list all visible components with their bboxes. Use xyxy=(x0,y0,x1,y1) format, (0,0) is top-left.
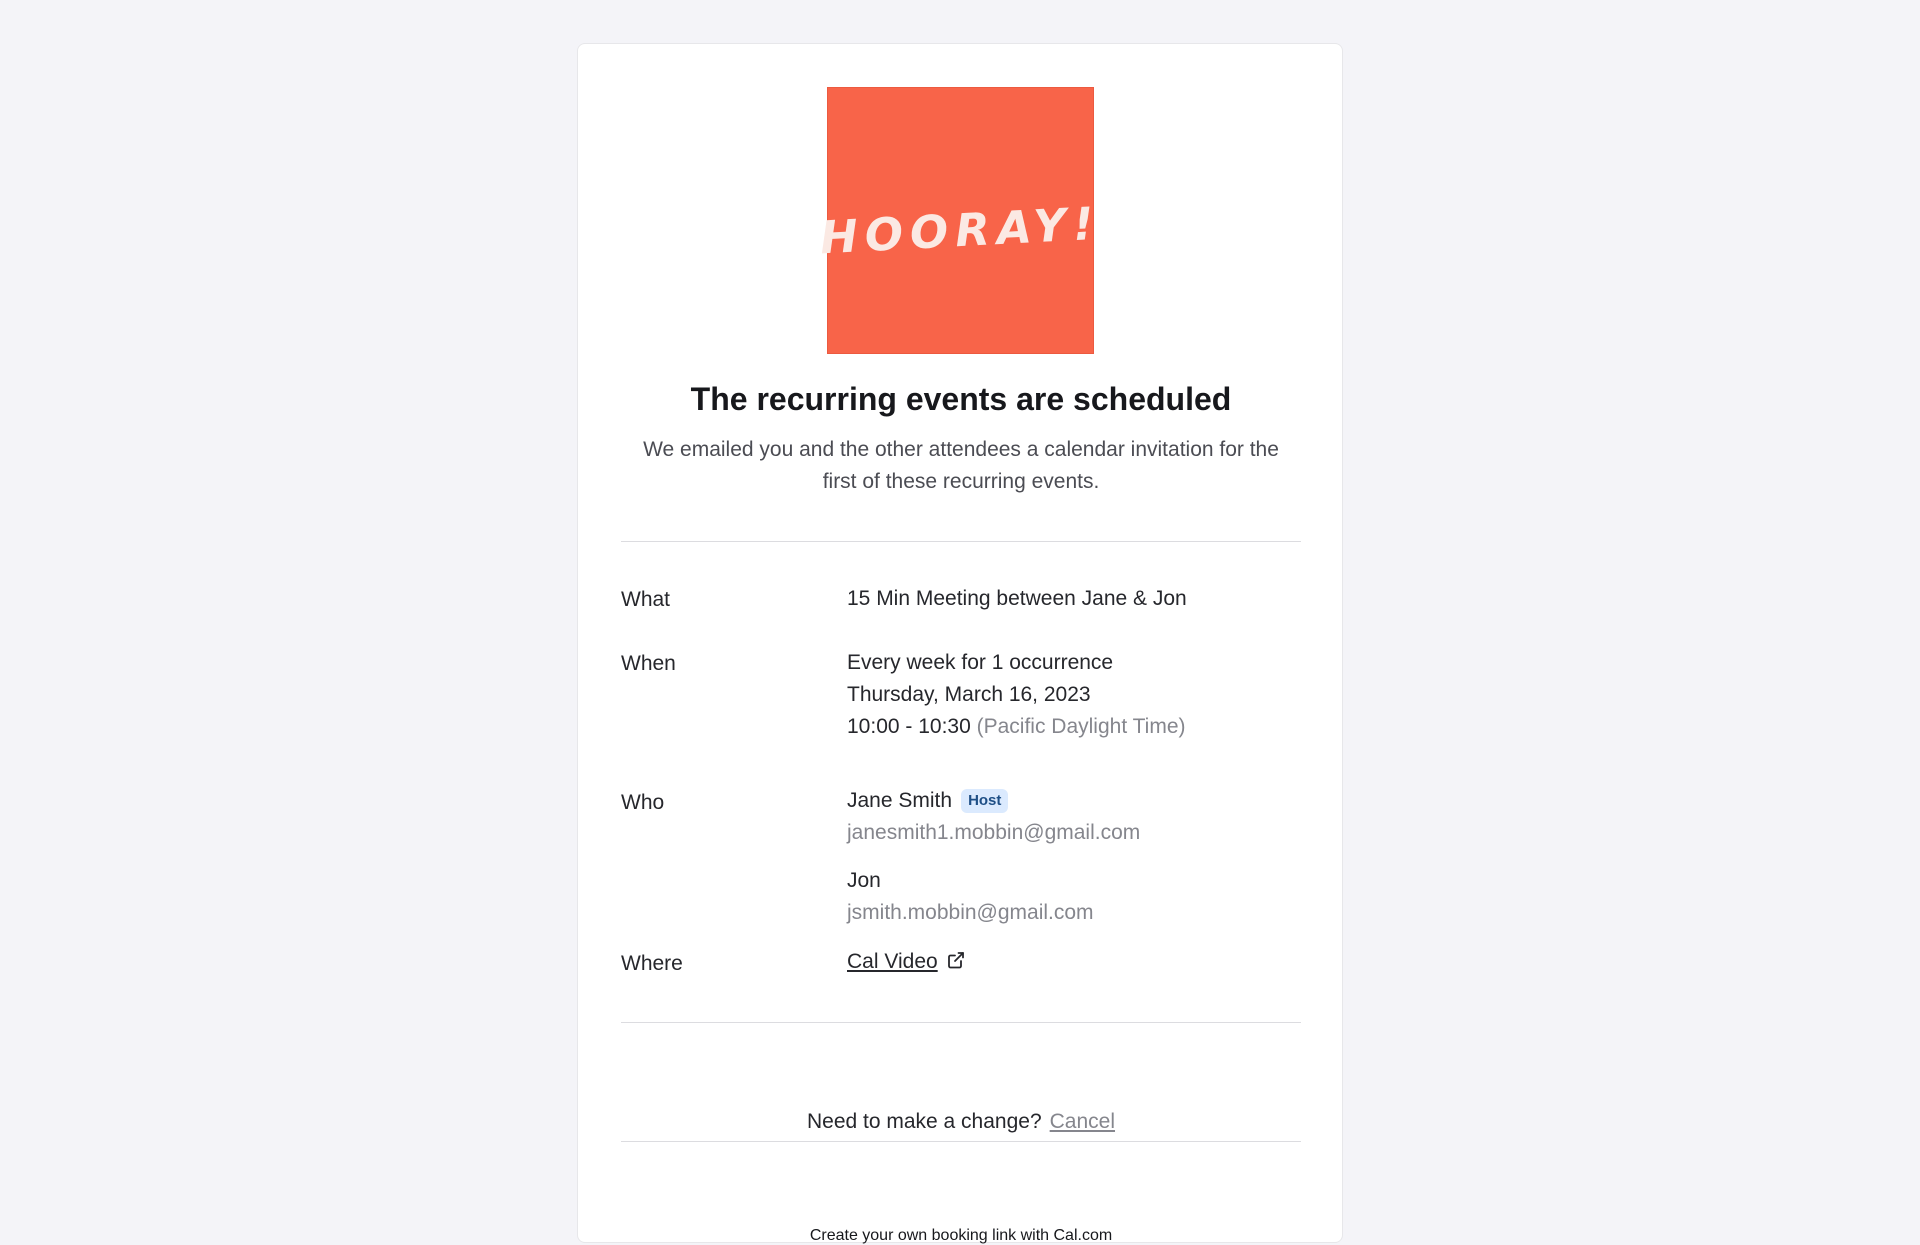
when-time-row: 10:00 - 10:30 (Pacific Daylight Time) xyxy=(847,711,1186,743)
booking-confirmation-card: HOORAY! The recurring events are schedul… xyxy=(577,43,1344,1245)
change-prompt: Need to make a change? xyxy=(806,1110,1042,1133)
hooray-image-text: HOORAY! xyxy=(819,196,1102,265)
attendee-email: jsmith.mobbin@gmail.com xyxy=(847,901,1094,924)
who-label: Who xyxy=(621,791,665,814)
who-attendee-guest: Jon jsmith.mobbin@gmail.com xyxy=(847,865,1094,929)
footer-cta[interactable]: Create your own booking link with Cal.co… xyxy=(578,1227,1344,1245)
when-recurrence: Every week for 1 occurrence xyxy=(847,651,1114,674)
cancel-link[interactable]: Cancel xyxy=(1050,1110,1115,1133)
attendee-email: janesmith1.mobbin@gmail.com xyxy=(847,821,1141,844)
where-value: Cal Video xyxy=(847,946,966,980)
when-time: 10:00 - 10:30 xyxy=(847,715,971,738)
cal-video-link[interactable]: Cal Video xyxy=(847,950,938,973)
when-value: Every week for 1 occurrence Thursday, Ma… xyxy=(847,647,1186,743)
attendee-name-row: Jane Smith Host xyxy=(847,785,1140,817)
who-attendee-host: Jane Smith Host janesmith1.mobbin@gmail.c… xyxy=(847,785,1140,849)
divider-bottom xyxy=(621,1141,1301,1142)
external-link-icon[interactable] xyxy=(946,948,966,980)
page-subtitle: We emailed you and the other attendees a… xyxy=(643,438,1279,493)
attendee-name: Jane Smith xyxy=(847,789,953,812)
host-badge: Host xyxy=(961,789,1009,813)
divider-top xyxy=(621,541,1301,542)
page-title: The recurring events are scheduled xyxy=(690,381,1232,417)
divider-middle xyxy=(621,1022,1301,1023)
when-date: Thursday, March 16, 2023 xyxy=(847,683,1091,706)
when-label: When xyxy=(621,652,676,675)
change-row: Need to make a change? Cancel xyxy=(578,1110,1344,1134)
when-timezone: (Pacific Daylight Time) xyxy=(976,715,1186,738)
attendee-name: Jon xyxy=(847,869,881,892)
what-label: What xyxy=(621,588,671,611)
where-label: Where xyxy=(621,952,683,975)
hooray-image: HOORAY! xyxy=(819,87,1102,354)
what-value: 15 Min Meeting between Jane & Jon xyxy=(847,587,1187,610)
